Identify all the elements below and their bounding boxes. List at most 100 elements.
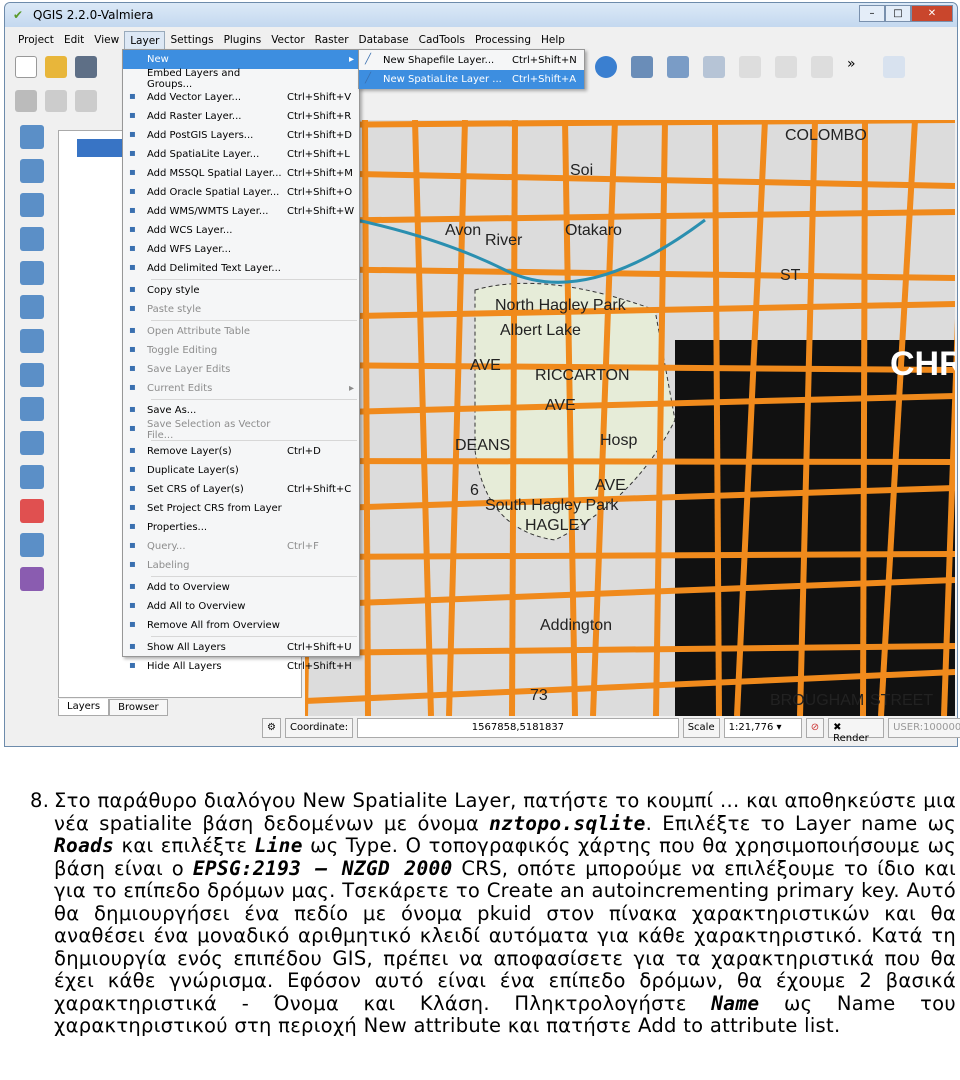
new-project-icon[interactable]	[15, 56, 37, 78]
menu-item[interactable]: ▪ Duplicate Layer(s)	[123, 461, 359, 480]
menu-item[interactable]: ▪ Properties...	[123, 518, 359, 537]
menu-item-label: Add Vector Layer...	[147, 92, 242, 103]
menu-item[interactable]: ▪ Save Layer Edits	[123, 360, 359, 379]
measure-icon[interactable]	[739, 56, 761, 78]
menu-item[interactable]: ▪ Set Project CRS from Layer	[123, 499, 359, 518]
plugin-icon[interactable]	[20, 567, 44, 591]
add-wfs-icon[interactable]	[20, 397, 44, 421]
menu-item[interactable]: New ▸	[123, 50, 359, 69]
menu-item[interactable]: ▪ Save Selection as Vector File...	[123, 419, 359, 441]
menu-item[interactable]: ▪ Add MSSQL Spatial Layer... Ctrl+Shift+M	[123, 164, 359, 183]
stop-render-icon[interactable]: ⊘	[805, 718, 825, 738]
menu-item[interactable]: ▪ Add WCS Layer...	[123, 221, 359, 240]
menu-item-label: Hide All Layers	[147, 661, 222, 672]
menu-item[interactable]: ▪ Add Raster Layer... Ctrl+Shift+R	[123, 107, 359, 126]
menu-item[interactable]: ▪ Add WMS/WMTS Layer... Ctrl+Shift+W	[123, 202, 359, 221]
add-mssql-icon[interactable]	[20, 261, 44, 285]
add-postgis-icon[interactable]	[20, 193, 44, 217]
close-button[interactable]: ✕	[911, 5, 953, 22]
menu-item[interactable]: ▪ Labeling	[123, 556, 359, 575]
crs-status[interactable]: USER:100000	[888, 718, 960, 738]
menu-vector[interactable]: Vector	[266, 31, 309, 51]
menu-help[interactable]: Help	[536, 31, 570, 51]
road	[305, 458, 955, 465]
menu-item[interactable]: ▪ Show All Layers Ctrl+Shift+U	[123, 638, 359, 657]
menu-item[interactable]: ▪ Paste style	[123, 300, 359, 319]
stats-icon[interactable]	[811, 56, 833, 78]
add-vector-layer-icon[interactable]	[20, 125, 44, 149]
add-wcs-icon[interactable]	[20, 363, 44, 387]
add-delimited-text-icon[interactable]	[20, 431, 44, 455]
menu-item[interactable]: ▪ Add Delimited Text Layer...	[123, 259, 359, 278]
open-project-icon[interactable]	[45, 56, 67, 78]
georeferencer-icon[interactable]	[20, 533, 44, 557]
new-layer-icon[interactable]	[20, 465, 44, 489]
menu-item-icon: ▪	[129, 599, 136, 611]
menu-layer[interactable]: Layer	[124, 31, 166, 51]
menu-bar: Project Edit View Layer Settings Plugins Vecto…	[13, 31, 570, 51]
submenu-item[interactable]: ╱ New Shapefile Layer... Ctrl+Shift+N	[359, 51, 584, 70]
doc-text-segment: nztopo.sqlite	[489, 811, 646, 835]
map-label: HAGLEY	[525, 517, 590, 534]
menu-item[interactable]: ▪ Add All to Overview	[123, 597, 359, 616]
menu-item[interactable]: ▪ Add WFS Layer...	[123, 240, 359, 259]
select-icon[interactable]	[667, 56, 689, 78]
menu-database[interactable]: Database	[354, 31, 414, 51]
layer-type-icon: ╱	[365, 53, 372, 65]
menu-item[interactable]: ▪ Add Oracle Spatial Layer... Ctrl+Shift+O	[123, 183, 359, 202]
status-bar: ⚙ Coordinate: 1567858,5181837 Scale 1:21…	[262, 717, 960, 744]
edit-pencil-icon[interactable]	[15, 90, 37, 112]
map-label: AVE	[470, 357, 501, 374]
tab-layers[interactable]: Layers	[58, 699, 110, 716]
menu-item[interactable]: ▪ Add to Overview	[123, 578, 359, 597]
tab-browser[interactable]: Browser	[109, 699, 168, 716]
minimize-button[interactable]: –	[859, 5, 885, 22]
identify-icon[interactable]	[631, 56, 653, 78]
menu-item[interactable]: ▪ Remove Layer(s) Ctrl+D	[123, 442, 359, 461]
menu-settings[interactable]: Settings	[165, 31, 218, 51]
add-spatialite-icon[interactable]	[20, 227, 44, 251]
attribute-table-icon[interactable]	[775, 56, 797, 78]
menu-item-icon: ▪	[129, 618, 136, 630]
menu-item[interactable]: ▪ Open Attribute Table	[123, 322, 359, 341]
scale-combo[interactable]: 1:21,776 ▾	[723, 718, 802, 738]
menu-processing[interactable]: Processing	[470, 31, 536, 51]
add-wms-icon[interactable]	[20, 329, 44, 353]
coordinate-field[interactable]: 1567858,5181837	[357, 718, 679, 738]
menu-item[interactable]: ▪ Save As...	[123, 401, 359, 420]
menu-project[interactable]: Project	[13, 31, 59, 51]
menu-item[interactable]: ▪ Copy style	[123, 281, 359, 300]
refresh-icon[interactable]	[595, 56, 617, 78]
add-raster-layer-icon[interactable]	[20, 159, 44, 183]
submenu-item[interactable]: ╱ New SpatiaLite Layer ... Ctrl+Shift+A	[359, 70, 584, 89]
menu-raster[interactable]: Raster	[310, 31, 354, 51]
menu-item[interactable]: ▪ Add PostGIS Layers... Ctrl+Shift+D	[123, 126, 359, 145]
maximize-button[interactable]: □	[885, 5, 911, 22]
remove-layer-icon[interactable]	[20, 499, 44, 523]
coordinate-toggle-icon[interactable]: ⚙	[262, 718, 281, 738]
menu-item[interactable]: ▪ Current Edits ▸	[123, 379, 359, 398]
menu-item[interactable]: Embed Layers and Groups...	[123, 68, 359, 90]
overflow-chevron-icon[interactable]: »	[847, 56, 869, 78]
menu-item-shortcut: Ctrl+Shift+D	[287, 130, 352, 141]
instruction-step: 8. Στο παράθυρο διαλόγου New Spatialite …	[30, 789, 956, 1038]
menu-item[interactable]: ▪ Add Vector Layer... Ctrl+Shift+V	[123, 88, 359, 107]
save-project-icon[interactable]	[75, 56, 97, 78]
add-oracle-icon[interactable]	[20, 295, 44, 319]
python-icon[interactable]	[883, 56, 905, 78]
deselect-icon[interactable]	[703, 56, 725, 78]
menu-item[interactable]: ▪ Add SpatiaLite Layer... Ctrl+Shift+L	[123, 145, 359, 164]
menu-edit[interactable]: Edit	[59, 31, 89, 51]
toggle-edit-icon[interactable]	[45, 90, 67, 112]
menu-plugins[interactable]: Plugins	[219, 31, 267, 51]
menu-cadtools[interactable]: CadTools	[414, 31, 470, 51]
menu-view[interactable]: View	[89, 31, 124, 51]
menu-item[interactable]: ▪ Hide All Layers Ctrl+Shift+H	[123, 657, 359, 676]
save-edits-icon[interactable]	[75, 90, 97, 112]
menu-item[interactable]: ▪ Toggle Editing	[123, 341, 359, 360]
map-canvas[interactable]: Soi Avon River Otakaro North Hagley Park Albe…	[305, 120, 955, 716]
render-checkbox[interactable]: ✖ Render	[828, 718, 885, 744]
menu-item[interactable]: ▪ Remove All from Overview	[123, 616, 359, 635]
menu-item[interactable]: ▪ Query... Ctrl+F	[123, 537, 359, 556]
menu-item[interactable]: ▪ Set CRS of Layer(s) Ctrl+Shift+C	[123, 480, 359, 499]
